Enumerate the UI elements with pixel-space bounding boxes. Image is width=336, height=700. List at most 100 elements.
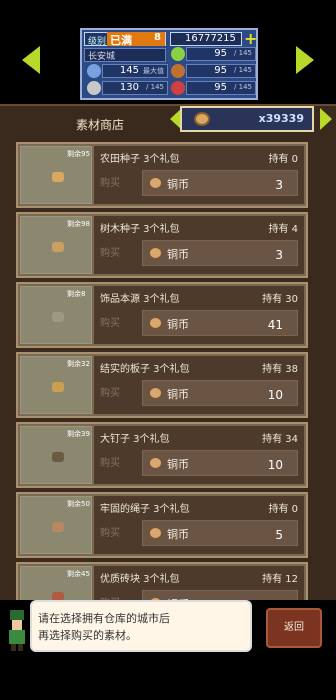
buy-button[interactable]: 铜币 5 <box>142 520 298 546</box>
currency-label: 铜币 <box>167 458 189 471</box>
rank-value: 已满 8 <box>107 32 165 47</box>
seed-icon <box>52 172 64 182</box>
list-item[interactable]: 剩余45 优质砖块 3个礼包 持有 12 购买 铜币 <box>16 562 308 602</box>
add-gold-icon[interactable]: + <box>244 31 257 47</box>
rank-box: 级别 已满 8 <box>84 32 166 47</box>
item-thumbnail: 剩余95 <box>20 146 92 204</box>
remaining-count: 剩余32 <box>67 360 90 368</box>
item-name: 农田种子 3个礼包 <box>100 154 180 165</box>
item-name: 饰品本源 3个礼包 <box>100 294 180 305</box>
currency-label: 铜币 <box>167 178 189 191</box>
rank-status: 已满 <box>110 34 132 47</box>
item-thumbnail: 剩余39 <box>20 426 92 484</box>
compass-icon <box>87 81 101 95</box>
buy-label: 购买 <box>100 528 120 539</box>
item-thumbnail: 剩余45 <box>20 566 92 602</box>
owned-count: 持有 38 <box>262 364 298 375</box>
copper-coin-icon <box>149 317 162 329</box>
list-item[interactable]: 剩余95 农田种子 3个礼包 持有 0 购买 铜币 3 <box>16 142 308 208</box>
prev-arrow-icon[interactable] <box>22 46 40 74</box>
status-panel: 级别 已满 8 长安城 16777215 + 95 / 145 145 最大值 … <box>80 28 258 100</box>
copper-coin-icon <box>194 112 210 126</box>
copper-coin-icon <box>149 527 162 539</box>
back-button[interactable]: 返回 <box>266 608 322 648</box>
stat-5: 95 / 145 <box>171 81 256 95</box>
item-price: 5 <box>275 528 283 542</box>
top-status-area: 级别 已满 8 长安城 16777215 + 95 / 145 145 最大值 … <box>0 0 336 104</box>
rank-label: 级别 <box>88 37 107 47</box>
item-info: 大钉子 3个礼包 持有 34 购买 铜币 10 <box>94 426 304 484</box>
nail-icon <box>52 452 64 462</box>
buy-label: 购买 <box>100 388 120 399</box>
rope-icon <box>52 522 64 532</box>
remaining-count: 剩余95 <box>67 150 90 158</box>
item-info: 树木种子 3个礼包 持有 4 购买 铜币 3 <box>94 216 304 274</box>
item-thumbnail: 剩余98 <box>20 216 92 274</box>
list-item[interactable]: 剩余32 结实的板子 3个礼包 持有 38 购买 铜币 10 <box>16 352 308 418</box>
owned-count: 持有 4 <box>268 224 298 235</box>
item-thumbnail: 剩余32 <box>20 356 92 414</box>
buy-button[interactable]: 铜币 41 <box>142 310 298 336</box>
buy-label: 购买 <box>100 318 120 329</box>
item-info: 饰品本源 3个礼包 持有 30 购买 铜币 41 <box>94 286 304 344</box>
buy-label: 购买 <box>100 248 120 259</box>
remaining-count: 剩余39 <box>67 430 90 438</box>
leaf-icon <box>171 47 185 61</box>
item-name: 优质砖块 3个礼包 <box>100 574 180 585</box>
coin-next-arrow-icon[interactable] <box>320 108 332 130</box>
buy-button[interactable]: 铜币 3 <box>142 170 298 196</box>
stat-value: 130 <box>119 82 139 93</box>
stat-value: 145 <box>119 65 139 76</box>
bottom-bar: 请在选择拥有仓库的城市后 再选择购买的素材。 返回 <box>0 600 336 700</box>
wood-seed-icon <box>52 242 64 252</box>
item-name: 结实的板子 3个礼包 <box>100 364 190 375</box>
currency-label: 铜币 <box>167 528 189 541</box>
city-name: 长安城 <box>84 48 166 62</box>
list-item[interactable]: 剩余39 大钉子 3个礼包 持有 34 购买 铜币 10 <box>16 422 308 488</box>
stat-4: 130 / 145 <box>87 81 168 95</box>
item-price: 10 <box>267 458 283 472</box>
currency-label: 铜币 <box>167 318 189 331</box>
item-info: 农田种子 3个礼包 持有 0 购买 铜币 3 <box>94 146 304 204</box>
remaining-count: 剩余45 <box>67 570 90 578</box>
item-name: 大钉子 3个礼包 <box>100 434 170 445</box>
plank-icon <box>52 382 64 392</box>
stat-max: 最大值 <box>143 67 164 75</box>
list-item[interactable]: 剩余50 牢固的绳子 3个礼包 持有 0 购买 铜币 5 <box>16 492 308 558</box>
stat-1: 95 / 145 <box>171 47 256 61</box>
coin-count-value: x39339 <box>258 112 304 125</box>
copper-coin-icon <box>149 247 162 259</box>
stat-max: / 145 <box>234 66 252 74</box>
heart-icon <box>171 81 185 95</box>
remaining-count: 剩余98 <box>67 220 90 228</box>
next-arrow-icon[interactable] <box>296 46 314 74</box>
page-title: 素材商店 <box>76 118 125 132</box>
list-item[interactable]: 剩余8 饰品本源 3个礼包 持有 30 购买 铜币 41 <box>16 282 308 348</box>
stat-value: 95 <box>214 65 227 76</box>
item-info: 结实的板子 3个礼包 持有 38 购买 铜币 10 <box>94 356 304 414</box>
copper-coin-icon <box>149 387 162 399</box>
buy-button[interactable]: 铜币 10 <box>142 380 298 406</box>
item-name: 牢固的绳子 3个礼包 <box>100 504 190 515</box>
stat-max: / 145 <box>234 49 252 57</box>
stat-value: 95 <box>214 48 227 59</box>
buy-button[interactable]: 铜币 3 <box>142 240 298 266</box>
gold-value: 16777215 <box>185 33 236 44</box>
owned-count: 持有 34 <box>262 434 298 445</box>
tool-icon <box>171 64 185 78</box>
remaining-count: 剩余50 <box>67 500 90 508</box>
item-price: 41 <box>267 318 283 332</box>
item-thumbnail: 剩余8 <box>20 286 92 344</box>
list-item[interactable]: 剩余98 树木种子 3个礼包 持有 4 购买 铜币 3 <box>16 212 308 278</box>
item-price: 3 <box>275 248 283 262</box>
buy-button[interactable]: 铜币 10 <box>142 450 298 476</box>
stat-3: 95 / 145 <box>171 64 256 78</box>
stat-value: 95 <box>214 82 227 93</box>
rank-number: 8 <box>154 32 161 43</box>
hint-line-1: 请在选择拥有仓库的城市后 <box>38 612 170 625</box>
item-name: 树木种子 3个礼包 <box>100 224 180 235</box>
shield-icon <box>87 64 101 78</box>
owned-count: 持有 30 <box>262 294 298 305</box>
remaining-count: 剩余8 <box>67 290 86 298</box>
item-list[interactable]: 剩余95 农田种子 3个礼包 持有 0 购买 铜币 3 剩余98 树木种子 3个… <box>16 142 308 602</box>
